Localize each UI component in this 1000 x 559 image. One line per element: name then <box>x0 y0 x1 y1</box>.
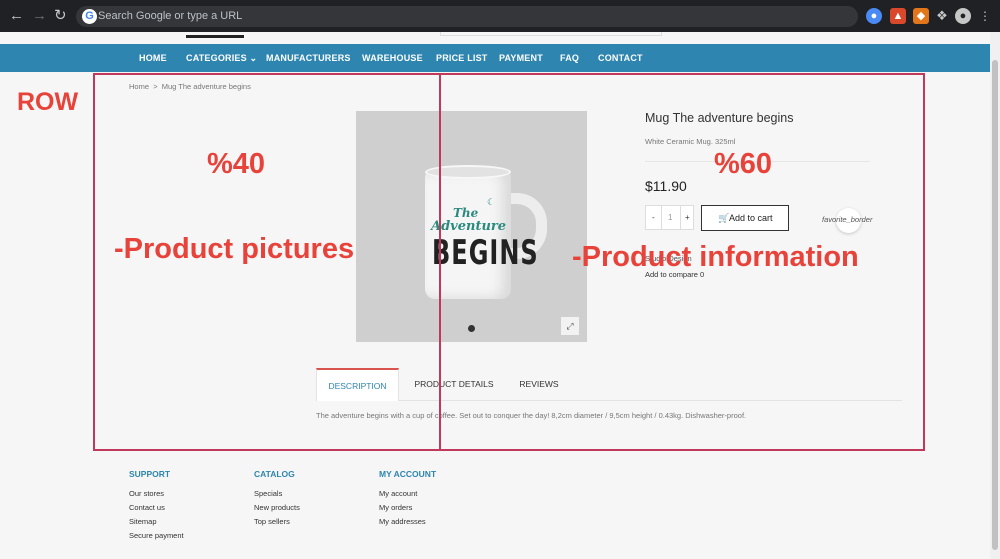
extension-fire-icon[interactable]: ▲ <box>890 8 906 24</box>
back-arrow-icon[interactable]: ← <box>9 7 24 25</box>
footer-support: SUPPORT Our stores Contact us Sitemap Se… <box>129 469 184 545</box>
footer-link[interactable]: New products <box>254 503 300 517</box>
footer-account: MY ACCOUNT My account My orders My addre… <box>379 469 436 531</box>
annotation-left-percent: %40 <box>207 148 266 180</box>
footer-link[interactable]: My addresses <box>379 517 436 531</box>
nav-manufacturers[interactable]: MANUFACTURERS <box>266 53 351 63</box>
metamask-icon[interactable]: ◆ <box>913 8 929 24</box>
logo[interactable] <box>186 32 244 38</box>
translate-icon[interactable]: ● <box>866 8 882 24</box>
footer-support-title: SUPPORT <box>129 469 171 479</box>
footer-catalog: CATALOG Specials New products Top seller… <box>254 469 300 531</box>
scrollbar-thumb[interactable] <box>992 60 998 550</box>
nav-faq[interactable]: FAQ <box>560 53 579 63</box>
nav-payment[interactable]: PAYMENT <box>499 53 543 63</box>
nav-contact[interactable]: CONTACT <box>598 53 643 63</box>
puzzle-icon[interactable]: ❖ <box>934 8 950 24</box>
profile-icon[interactable]: ● <box>955 8 971 24</box>
annotation-row-label: ROW <box>17 88 79 116</box>
footer-link[interactable]: Secure payment <box>129 531 184 545</box>
omnibox[interactable]: G Search Google or type a URL <box>76 6 858 27</box>
footer-link[interactable]: Specials <box>254 489 300 503</box>
footer-catalog-title: CATALOG <box>254 469 295 479</box>
footer-account-title: MY ACCOUNT <box>379 469 437 479</box>
footer-link[interactable]: Sitemap <box>129 517 184 531</box>
reload-icon[interactable]: ↻ <box>54 7 67 25</box>
nav-home[interactable]: HOME <box>139 53 167 63</box>
google-icon: G <box>82 9 97 24</box>
footer-link[interactable]: Top sellers <box>254 517 300 531</box>
annotation-right-percent: %60 <box>714 148 773 180</box>
nav-categories-label: CATEGORIES <box>186 53 247 63</box>
footer-link[interactable]: My orders <box>379 503 436 517</box>
omnibox-placeholder[interactable]: Search Google or type a URL <box>98 9 242 24</box>
chevron-down-icon: ⌄ <box>249 53 258 63</box>
nav-categories[interactable]: CATEGORIES ⌄ <box>186 53 257 64</box>
browser-toolbar: ← → ↻ G Search Google or type a URL ● ▲ … <box>0 0 1000 32</box>
footer-link[interactable]: My account <box>379 489 436 503</box>
footer-link[interactable]: Our stores <box>129 489 184 503</box>
annotation-right-label: -Product information <box>572 241 859 273</box>
forward-arrow-icon[interactable]: → <box>32 7 47 25</box>
main-navigation: HOME CATEGORIES ⌄ MANUFACTURERS WAREHOUS… <box>0 44 990 72</box>
page-scrollbar[interactable] <box>990 32 1000 559</box>
kebab-menu-icon[interactable]: ⋮ <box>977 8 993 24</box>
nav-warehouse[interactable]: WAREHOUSE <box>362 53 423 63</box>
annotation-left-label: -Product pictures <box>114 233 355 265</box>
nav-price-list[interactable]: PRICE LIST <box>436 53 488 63</box>
site-search[interactable] <box>440 32 662 36</box>
footer-link[interactable]: Contact us <box>129 503 184 517</box>
